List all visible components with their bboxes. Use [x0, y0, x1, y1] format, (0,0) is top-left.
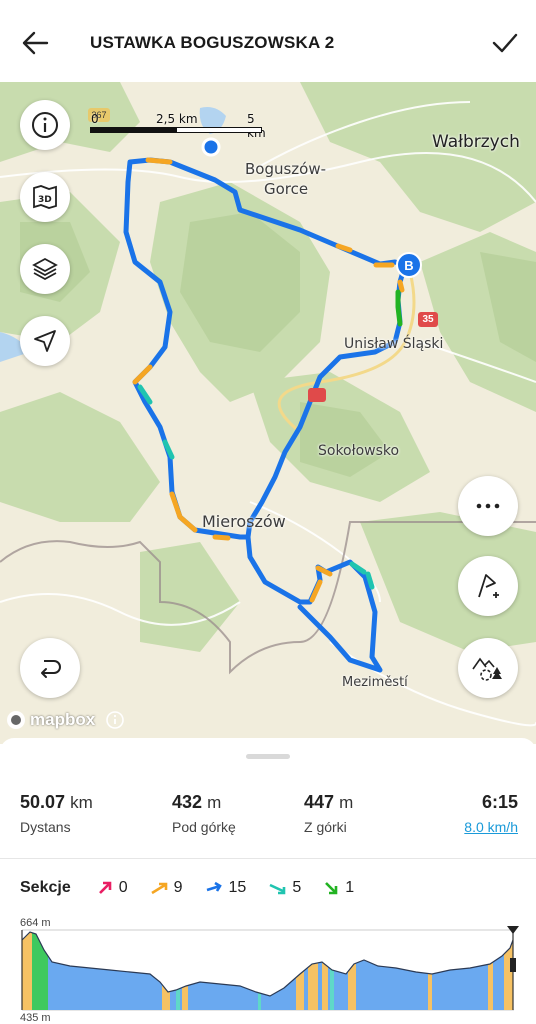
place-mezimesti: Meziměstí — [342, 675, 408, 690]
speed-link[interactable]: 8.0 km/h — [464, 819, 518, 835]
more-options-button[interactable] — [458, 476, 518, 536]
section-count: 5 — [292, 879, 302, 896]
down-arrow-icon — [269, 883, 286, 895]
section-count: 15 — [228, 879, 247, 896]
arrow-left-icon — [22, 31, 49, 55]
add-waypoint-button[interactable] — [458, 556, 518, 616]
mapbox-wordmark: mapbox — [30, 710, 96, 729]
section-count: 0 — [118, 879, 128, 896]
place-walbrzych: Wałbrzych — [432, 132, 520, 152]
descent-value: 447 — [304, 792, 335, 812]
distance-unit: km — [70, 793, 93, 812]
road-badge-35: 35 — [418, 312, 438, 327]
stat-time: 6:15 8.0 km/h — [464, 792, 518, 835]
section-steep-down[interactable]: 1 — [323, 879, 354, 897]
duration-value: 6:15 — [481, 792, 518, 812]
route-map[interactable]: 35 367 0 2,5 km 5 km Wałbrzych Boguszów-… — [0, 82, 536, 744]
mountain-poi-icon — [472, 657, 502, 681]
descent-label: Z górki — [304, 819, 347, 835]
distance-value: 50.07 — [20, 792, 66, 812]
locate-me-button[interactable] — [20, 316, 70, 366]
route-title: USTAWKA BOGUSZOWSKA 2 — [90, 33, 335, 52]
section-count: 1 — [345, 879, 355, 896]
stat-distance: 50.07 km Dystans — [20, 792, 93, 835]
mapbox-attribution: mapbox — [6, 710, 125, 730]
section-down[interactable]: 5 — [268, 879, 301, 897]
section-count: 9 — [173, 879, 183, 896]
info-button[interactable] — [20, 100, 70, 150]
navigation-arrow-icon — [34, 330, 56, 352]
section-up[interactable]: 9 — [150, 879, 183, 897]
descent-unit: m — [339, 793, 354, 812]
map-3d-icon: 3D — [33, 185, 57, 209]
place-gorce: Gorce — [264, 180, 309, 198]
route-details-sheet: 50.07 km Dystans 432 m Pod górkę 447 m Z… — [0, 738, 536, 1024]
back-button[interactable] — [18, 26, 52, 60]
divider — [0, 858, 536, 859]
place-mieroszow: Mieroszów — [202, 512, 286, 531]
map-scale-bar: 0 2,5 km 5 km — [86, 112, 266, 142]
info-icon — [32, 112, 58, 138]
section-steep-up[interactable]: 0 — [97, 879, 128, 897]
steep-down-arrow-icon — [325, 882, 338, 895]
sections-title: Sekcje — [20, 879, 71, 896]
stat-descent: 447 m Z górki — [304, 792, 353, 835]
layers-icon — [32, 257, 58, 281]
svg-text:3D: 3D — [38, 195, 52, 205]
distance-label: Dystans — [20, 819, 71, 835]
map-layers-button[interactable] — [20, 244, 70, 294]
scale-mid: 2,5 km — [156, 112, 198, 126]
mapbox-logo-icon — [7, 711, 25, 729]
attribution-info-icon[interactable] — [105, 710, 125, 730]
elevation-chart — [21, 926, 519, 1011]
ascent-value: 432 — [172, 792, 203, 812]
route-add-icon — [478, 574, 499, 598]
scale-zero: 0 — [91, 112, 99, 126]
confirm-button[interactable] — [488, 26, 522, 60]
elevation-profile[interactable]: 664 m 435 m — [0, 912, 536, 1024]
up-arrow-icon — [150, 882, 167, 895]
points-of-interest-button[interactable] — [458, 638, 518, 698]
section-flat[interactable]: 15 — [205, 879, 247, 897]
place-boguszow: Boguszów- — [245, 160, 327, 178]
sheet-drag-handle[interactable] — [246, 754, 290, 759]
flat-arrow-icon — [206, 881, 222, 892]
reverse-route-icon — [41, 660, 61, 678]
place-sokolowsko: Sokołowsko — [318, 443, 400, 459]
scale-end: 5 km — [247, 112, 266, 140]
ascent-label: Pod górkę — [172, 819, 236, 835]
checkmark-icon — [492, 33, 518, 53]
end-marker[interactable]: B — [396, 252, 422, 278]
map-3d-button[interactable]: 3D — [20, 172, 70, 222]
sections-summary: Sekcje 0 9 15 5 1 — [20, 879, 376, 897]
more-dots-icon — [476, 503, 500, 509]
route-direction-button[interactable] — [20, 638, 80, 698]
top-app-bar: USTAWKA BOGUSZOWSKA 2 — [0, 0, 536, 82]
steep-up-arrow-icon — [98, 881, 112, 894]
ascent-unit: m — [207, 793, 222, 812]
stat-ascent: 432 m Pod górkę — [172, 792, 236, 835]
road-badge-small — [308, 388, 326, 402]
place-unislaw: Unisław Śląski — [344, 336, 444, 352]
